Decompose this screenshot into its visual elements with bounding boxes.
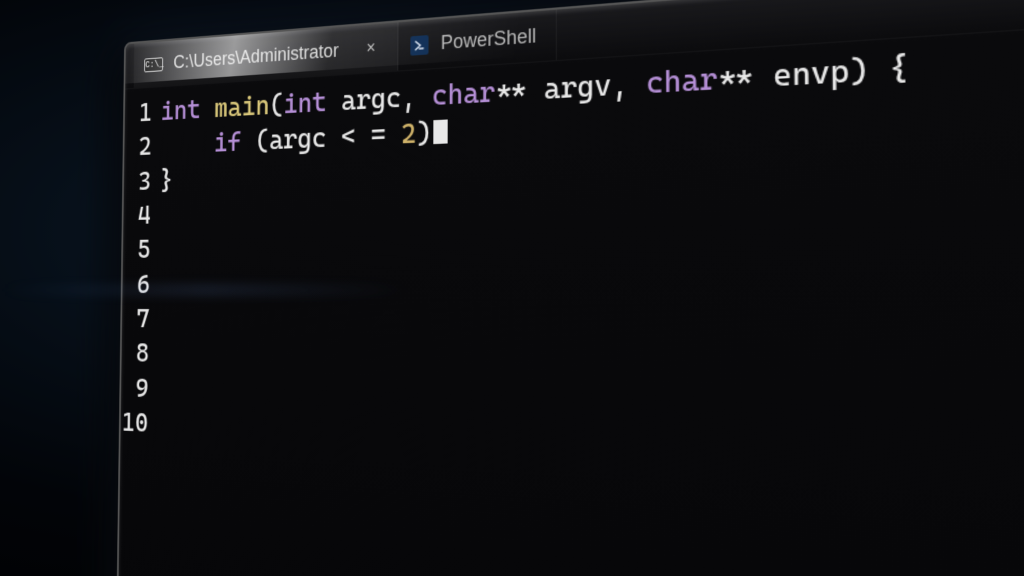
code-editor[interactable]: 12345678910 int main(int argc, char** ar…: [120, 9, 1024, 499]
terminal-window: C:\_ C:\Users\Administrator × PowerShell…: [116, 0, 1024, 576]
close-icon[interactable]: ×: [362, 38, 380, 58]
line-number: 1: [125, 96, 153, 132]
line-number: 7: [122, 302, 150, 337]
line-number: 8: [121, 336, 149, 371]
line-number-gutter: 12345678910: [120, 95, 160, 441]
text-cursor: [434, 120, 448, 145]
cmd-icon: C:\_: [144, 57, 163, 72]
line-number: 6: [122, 267, 150, 302]
line-number: 3: [124, 164, 152, 199]
tab-label: C:\Users\Administrator: [173, 40, 339, 74]
line-number: 9: [121, 371, 149, 406]
tab-powershell[interactable]: PowerShell: [398, 10, 557, 71]
tab-label: PowerShell: [441, 25, 537, 55]
line-number: 5: [123, 233, 151, 268]
line-number: 2: [124, 130, 152, 165]
code-area[interactable]: int main(int argc, char** argv, char** e…: [157, 20, 1024, 499]
line-number: 4: [123, 198, 151, 233]
powershell-icon: [410, 34, 428, 55]
line-number: 10: [120, 405, 148, 441]
